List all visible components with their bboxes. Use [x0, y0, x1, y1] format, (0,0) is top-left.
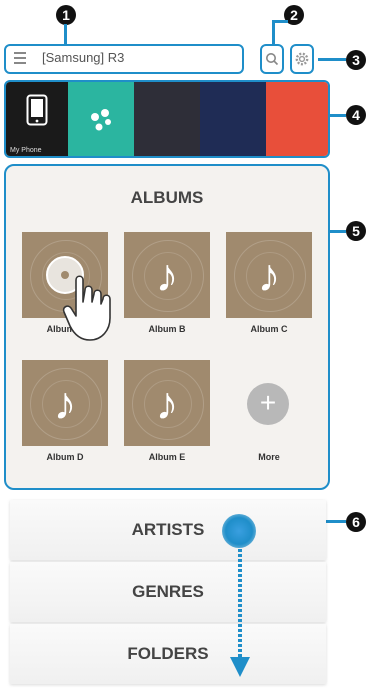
settings-button[interactable] [290, 44, 314, 74]
source-label: My Phone [10, 147, 42, 154]
album-label: Album D [46, 452, 84, 462]
category-artists[interactable]: ARTISTS [10, 500, 326, 560]
music-note-icon: ♪ [257, 249, 281, 301]
scroll-down-arrow-icon [230, 549, 250, 677]
callout-6: 6 [346, 512, 366, 532]
source-music-service[interactable] [68, 82, 134, 156]
source-item-5[interactable] [266, 82, 328, 156]
music-note-icon: ♪ [155, 249, 179, 301]
albums-title: ALBUMS [130, 188, 204, 207]
album-tile[interactable]: ♪ [22, 360, 108, 446]
hand-pointer-icon [62, 275, 111, 341]
music-note-icon: ♪ [155, 377, 179, 429]
source-strip: My Phone [4, 80, 330, 158]
search-icon [266, 53, 279, 66]
album-tile[interactable]: ♪ [226, 232, 312, 318]
source-my-phone[interactable]: My Phone [6, 82, 68, 156]
callout-3-line [318, 58, 346, 61]
callout-2-line-v [272, 20, 275, 44]
callout-5: 5 [346, 221, 366, 241]
source-item-4[interactable] [200, 82, 266, 156]
gear-icon [295, 52, 309, 66]
callout-1: 1 [56, 5, 76, 25]
device-name[interactable]: [Samsung] R3 [42, 50, 124, 65]
phone-icon [26, 94, 48, 126]
category-genres[interactable]: GENRES [10, 562, 326, 622]
hamburger-menu-icon[interactable] [14, 52, 26, 64]
category-folders[interactable]: FOLDERS [10, 624, 326, 684]
callout-1-line-v [64, 24, 67, 44]
touch-point-icon [222, 514, 256, 548]
callout-5-line [330, 230, 346, 233]
search-button[interactable] [260, 44, 284, 74]
callout-4-line [330, 114, 346, 117]
album-label: Album E [148, 452, 186, 462]
more-button[interactable]: + [247, 383, 289, 425]
album-tile[interactable]: ♪ [124, 232, 210, 318]
music-note-icon: ♪ [53, 377, 77, 429]
callout-3: 3 [346, 50, 366, 70]
music-service-logo-icon [91, 109, 111, 131]
source-item-3[interactable] [134, 82, 200, 156]
callout-4: 4 [346, 105, 366, 125]
album-tile[interactable]: ♪ [124, 360, 210, 446]
album-label: Album B [148, 324, 186, 334]
albums-panel: ALBUMS Album A ♪ Album B ♪ Album C ♪ Alb… [4, 164, 330, 490]
more-label: More [258, 452, 280, 462]
album-label: Album C [250, 324, 288, 334]
